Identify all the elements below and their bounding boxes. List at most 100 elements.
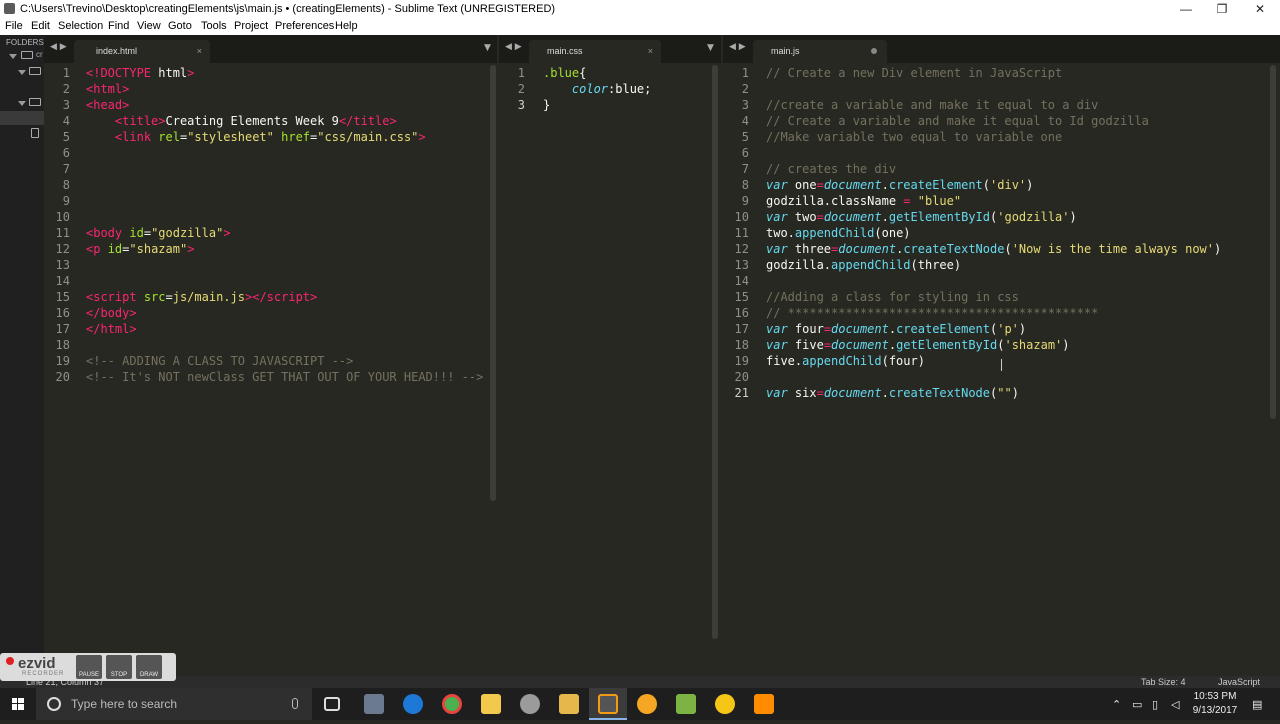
expand-arrow-icon[interactable]	[18, 70, 26, 75]
unsaved-dot-icon[interactable]	[871, 48, 877, 54]
code-line[interactable]: 3 //create a variable and make it equal t…	[723, 97, 1280, 113]
file-icon[interactable]	[31, 128, 39, 138]
tab-nav-arrows-icon[interactable]: ◀ ▶	[729, 42, 746, 52]
menu-edit[interactable]: Edit	[31, 18, 50, 35]
clock-date[interactable]: 9/13/2017	[1190, 705, 1240, 716]
status-tab-size[interactable]: Tab Size: 4	[1141, 676, 1186, 688]
volume-icon[interactable]: ◁	[1171, 698, 1179, 711]
code-line[interactable]: 10 var two=document.getElementById('godzi…	[723, 209, 1280, 225]
menu-help[interactable]: Help	[335, 18, 358, 35]
tab-main-js[interactable]: main.js	[753, 40, 887, 63]
clock-time[interactable]: 10:53 PM	[1190, 691, 1240, 702]
notifications-icon[interactable]: ▤	[1252, 698, 1262, 711]
code-line[interactable]: 6	[44, 145, 497, 161]
menu-tools[interactable]: Tools	[201, 18, 227, 35]
sidebar-item-root[interactable]: cr	[36, 50, 43, 59]
chrome-icon[interactable]	[442, 694, 462, 714]
task-view-icon[interactable]	[324, 697, 340, 711]
battery-icon[interactable]: ▭	[1132, 698, 1142, 711]
expand-arrow-icon[interactable]	[9, 54, 17, 59]
edge-icon[interactable]	[403, 694, 423, 714]
code-line[interactable]: 14	[44, 273, 497, 289]
app-icon[interactable]	[676, 694, 696, 714]
status-syntax[interactable]: JavaScript	[1218, 676, 1260, 688]
expand-arrow-icon[interactable]	[18, 101, 26, 106]
code-line[interactable]: 2	[723, 81, 1280, 97]
vertical-scrollbar[interactable]	[490, 65, 496, 501]
tray-chevron-icon[interactable]: ⌃	[1112, 698, 1121, 711]
menu-selection[interactable]: Selection	[58, 18, 103, 35]
editor-pane-index-html[interactable]: ◀ ▶ index.html × ▼ 1 <!DOCTYPE html> 2 <htm…	[44, 35, 497, 676]
close-button[interactable]: ✕	[1242, 0, 1278, 18]
pause-button[interactable]: PAUSE	[76, 655, 102, 679]
editor-pane-main-css[interactable]: ◀ ▶ main.css × ▼ 1 .blue{2 color:blue; 3}	[499, 35, 721, 676]
tab-close-icon[interactable]: ×	[648, 40, 653, 62]
code-line[interactable]: 12 <p id="shazam">	[44, 241, 497, 257]
code-line[interactable]: 4 <title>Creating Elements Week 9</title…	[44, 113, 497, 129]
code-line[interactable]: 1 // Create a new Div element in JavaScri…	[723, 65, 1280, 81]
vertical-scrollbar[interactable]	[712, 65, 718, 639]
code-line[interactable]: 13 godzilla.appendChild(three)	[723, 257, 1280, 273]
app-icon[interactable]	[520, 694, 540, 714]
code-line[interactable]: 20 <!-- It's NOT newClass GET THAT OUT OF…	[44, 369, 497, 385]
menu-preferences[interactable]: Preferences	[275, 18, 334, 35]
menu-view[interactable]: View	[137, 18, 161, 35]
code-line[interactable]: 4 // Create a variable and make it equal …	[723, 113, 1280, 129]
code-line[interactable]: 18 var five=document.getElementById('shaz…	[723, 337, 1280, 353]
tab-nav-arrows-icon[interactable]: ◀ ▶	[505, 42, 522, 52]
code-line[interactable]: 2 <html>	[44, 81, 497, 97]
app-icon[interactable]	[715, 694, 735, 714]
tab-nav-arrows-icon[interactable]: ◀ ▶	[50, 42, 67, 52]
code-line[interactable]: 19 <!-- ADDING A CLASS TO JAVASCRIPT -->	[44, 353, 497, 369]
code-line[interactable]: 11 <body id="godzilla">	[44, 225, 497, 241]
code-line[interactable]: 10	[44, 209, 497, 225]
code-line[interactable]: 15 //Adding a class for styling in css	[723, 289, 1280, 305]
code-line[interactable]: 2 color:blue;	[499, 81, 721, 97]
code-line[interactable]: 1 <!DOCTYPE html>	[44, 65, 497, 81]
menu-file[interactable]: File	[5, 18, 23, 35]
code-line[interactable]: 9	[44, 193, 497, 209]
code-line[interactable]: 16 </body>	[44, 305, 497, 321]
vlc-icon[interactable]	[754, 694, 774, 714]
stop-button[interactable]: STOP	[106, 655, 132, 679]
code-line[interactable]: 8 var one=document.createElement('div')	[723, 177, 1280, 193]
code-line[interactable]: 12 var three=document.createTextNode('Now…	[723, 241, 1280, 257]
code-line[interactable]: 13	[44, 257, 497, 273]
code-line[interactable]: 17 var four=document.createElement('p')	[723, 321, 1280, 337]
code-area[interactable]: 1 <!DOCTYPE html> 2 <html> 3 <head> 4 <title>C…	[44, 65, 497, 385]
code-line[interactable]: 8	[44, 177, 497, 193]
code-line[interactable]: 1 .blue{	[499, 65, 721, 81]
code-line[interactable]: 3}	[499, 97, 721, 113]
taskbar-search-box[interactable]: Type here to search	[36, 688, 312, 720]
microphone-icon[interactable]	[292, 698, 298, 709]
media-player-icon[interactable]	[637, 694, 657, 714]
network-icon[interactable]: ▯	[1152, 698, 1158, 711]
code-line[interactable]: 3 <head>	[44, 97, 497, 113]
editor-pane-main-js[interactable]: ◀ ▶ main.js 1 // Create a new Div element…	[723, 35, 1280, 676]
vertical-scrollbar[interactable]	[1270, 65, 1276, 419]
tab-dropdown-icon[interactable]: ▼	[707, 43, 714, 53]
menu-goto[interactable]: Goto	[168, 18, 192, 35]
maximize-button[interactable]: ❐	[1204, 0, 1240, 18]
code-line[interactable]: 11 two.appendChild(one)	[723, 225, 1280, 241]
tab-index-html[interactable]: index.html ×	[74, 40, 210, 63]
code-line[interactable]: 18	[44, 337, 497, 353]
code-line[interactable]: 15 <script src=js/main.js></script>	[44, 289, 497, 305]
code-line[interactable]: 17 </html>	[44, 321, 497, 337]
file-explorer-icon[interactable]	[481, 694, 501, 714]
code-line[interactable]: 20	[723, 369, 1280, 385]
start-button[interactable]	[0, 688, 36, 720]
app-icon[interactable]	[364, 694, 384, 714]
code-area[interactable]: 1 .blue{2 color:blue; 3}	[499, 65, 721, 113]
menu-find[interactable]: Find	[108, 18, 129, 35]
tab-close-icon[interactable]: ×	[197, 40, 202, 62]
draw-button[interactable]: DRAW	[136, 655, 162, 679]
tab-main-css[interactable]: main.css ×	[529, 40, 661, 63]
code-line[interactable]: 7	[44, 161, 497, 177]
code-line[interactable]: 21 var six=document.createTextNode("")	[723, 385, 1280, 401]
code-line[interactable]: 7 // creates the div	[723, 161, 1280, 177]
code-line[interactable]: 5 //Make variable two equal to variable o…	[723, 129, 1280, 145]
code-line[interactable]: 16 // ***********************************…	[723, 305, 1280, 321]
folder-icon[interactable]	[559, 694, 579, 714]
code-line[interactable]: 14	[723, 273, 1280, 289]
